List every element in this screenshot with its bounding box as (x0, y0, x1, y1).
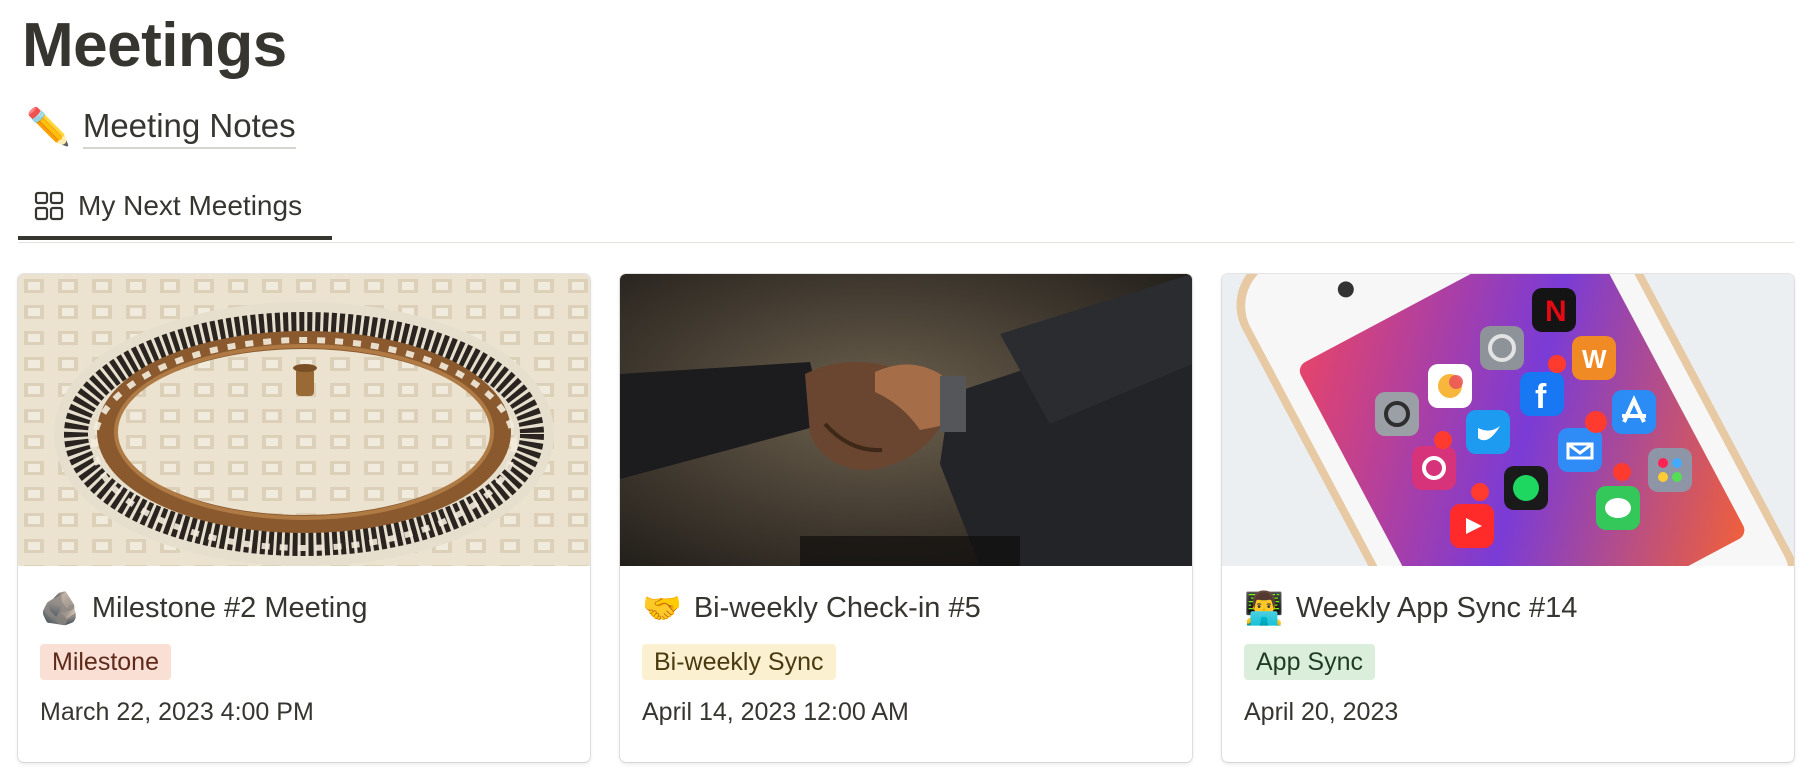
meeting-date: March 22, 2023 4:00 PM (40, 698, 314, 726)
meeting-card[interactable]: 🤝 Bi-weekly Check-in #5 Bi-weekly Sync A… (620, 274, 1192, 762)
tab-label: My Next Meetings (78, 190, 303, 221)
card-title: Weekly App Sync #14 (1295, 591, 1578, 624)
technologist-icon: 👨‍💻 (1244, 590, 1284, 626)
page-title: Meetings (22, 11, 287, 80)
meeting-notes-link[interactable]: ✏️ Meeting Notes (26, 104, 296, 150)
meeting-card[interactable]: 🪨 Milestone #2 Meeting Milestone March 2… (18, 274, 590, 762)
round-table-conference-photo (18, 274, 590, 566)
meeting-date: April 14, 2023 12:00 AM (642, 698, 909, 726)
meeting-type-tag: Milestone (40, 644, 171, 680)
meeting-type-tag: Bi-weekly Sync (642, 644, 836, 680)
meeting-card[interactable]: N f W (1222, 274, 1794, 762)
meeting-date: April 20, 2023 (1244, 698, 1399, 726)
svg-text:N: N (1545, 295, 1567, 328)
svg-text:W: W (1582, 344, 1607, 374)
rock-icon: 🪨 (40, 590, 80, 626)
card-title: Milestone #2 Meeting (91, 591, 368, 624)
gallery-grid-icon (34, 191, 64, 221)
smartphone-apps-photo: N f W (1222, 274, 1794, 566)
card-title: Bi-weekly Check-in #5 (693, 591, 981, 624)
meeting-notes-link-label[interactable]: Meeting Notes (82, 106, 296, 149)
pencil-icon: ✏️ (26, 106, 71, 147)
handshake-icon: 🤝 (642, 590, 682, 626)
meeting-type-tag: App Sync (1244, 644, 1376, 680)
svg-text:f: f (1535, 378, 1547, 416)
tab-my-next-meetings[interactable]: My Next Meetings (18, 176, 332, 240)
gallery: 🪨 Milestone #2 Meeting Milestone March 2… (18, 274, 1794, 762)
handshake-photo (620, 274, 1192, 566)
view-tabs: My Next Meetings (18, 176, 1794, 243)
